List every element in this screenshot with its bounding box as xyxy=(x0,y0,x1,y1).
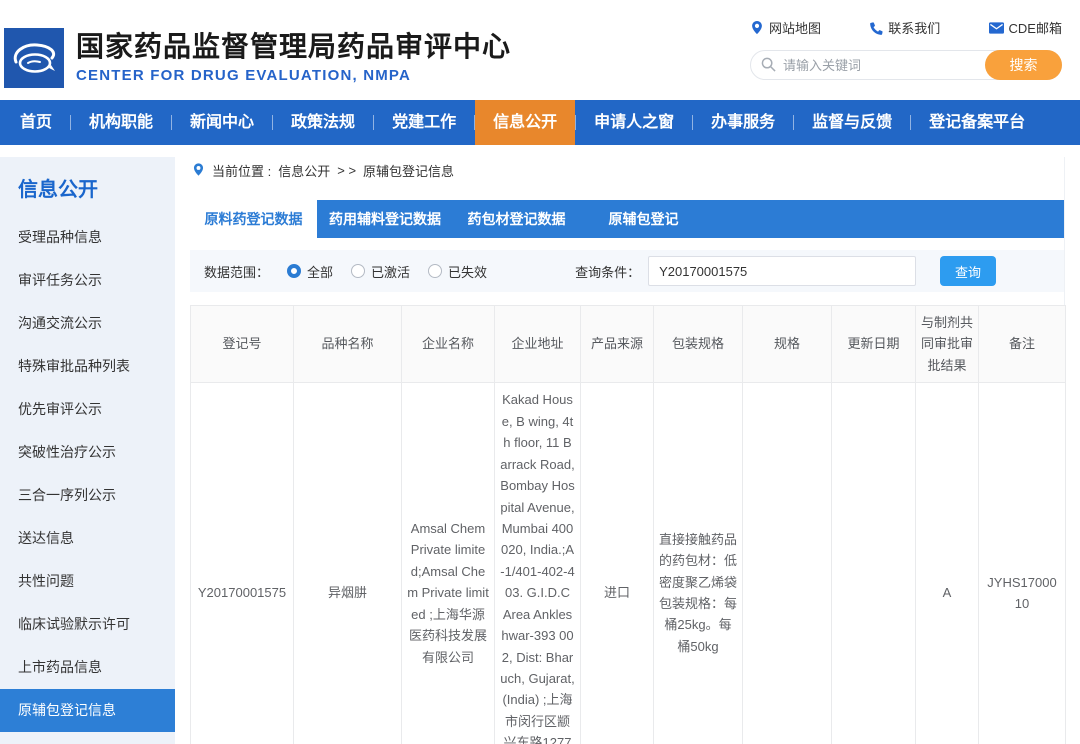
results-table: 登记号 品种名称 企业名称 企业地址 产品来源 包装规格 规格 更新日期 与制剂… xyxy=(190,305,1066,744)
radio-option-all[interactable]: 全部 xyxy=(287,262,333,281)
breadcrumb-separator: > > xyxy=(337,163,356,178)
brand: 国家药品监督管理局药品审评中心 CENTER FOR DRUG EVALUATI… xyxy=(4,28,511,88)
query-button[interactable]: 查询 xyxy=(940,256,996,286)
nav-item-supervision[interactable]: 监督与反馈 xyxy=(794,100,910,145)
radio-option-expired[interactable]: 已失效 xyxy=(428,262,487,281)
nav-item-policy[interactable]: 政策法规 xyxy=(273,100,373,145)
sidebar-item-common-issues[interactable]: 共性问题 xyxy=(0,560,175,603)
radio-option-activated[interactable]: 已激活 xyxy=(351,262,410,281)
col-update-date: 更新日期 xyxy=(832,306,916,383)
nav-item-functions[interactable]: 机构职能 xyxy=(71,100,171,145)
nav-item-registration-platform[interactable]: 登记备案平台 xyxy=(911,100,1043,145)
radio-option-activated-label: 已激活 xyxy=(371,262,410,281)
breadcrumb: 当前位置 : 信息公开 > > 原辅包登记信息 xyxy=(190,157,1064,200)
sidebar: 信息公开 受理品种信息 审评任务公示 沟通交流公示 特殊审批品种列表 优先审评公… xyxy=(0,157,175,744)
table-header-row: 登记号 品种名称 企业名称 企业地址 产品来源 包装规格 规格 更新日期 与制剂… xyxy=(191,306,1066,383)
sidebar-item-accepted-varieties[interactable]: 受理品种信息 xyxy=(0,216,175,259)
breadcrumb-section[interactable]: 信息公开 xyxy=(278,161,330,180)
brand-text: 国家药品监督管理局药品审评中心 CENTER FOR DRUG EVALUATI… xyxy=(76,28,511,84)
content: 当前位置 : 信息公开 > > 原辅包登记信息 原料药登记数据 药用辅料登记数据… xyxy=(190,157,1065,744)
sidebar-item-priority-review[interactable]: 优先审评公示 xyxy=(0,388,175,431)
filter-bar: 数据范围： 全部 已激活 已失效 查询条件： 查询 xyxy=(190,250,1064,292)
sidebar-item-clinical-trial-license[interactable]: 临床试验默示许可 xyxy=(0,603,175,646)
cde-logo-icon[interactable] xyxy=(4,28,64,88)
breadcrumb-current: 原辅包登记信息 xyxy=(363,161,454,180)
breadcrumb-prefix: 当前位置 : xyxy=(212,161,271,180)
sidebar-item-special-approval[interactable]: 特殊审批品种列表 xyxy=(0,345,175,388)
search-button[interactable]: 搜索 xyxy=(985,50,1062,80)
query-label: 查询条件： xyxy=(575,262,640,281)
site-subtitle: CENTER FOR DRUG EVALUATION, NMPA xyxy=(76,67,511,84)
radio-unchecked-icon xyxy=(428,264,442,278)
link-cde-mail-label: CDE邮箱 xyxy=(1009,18,1062,37)
nav-item-info-disclosure[interactable]: 信息公开 xyxy=(475,100,575,145)
sidebar-item-three-in-one[interactable]: 三合一序列公示 xyxy=(0,474,175,517)
cell-remarks: JYHS1700010 xyxy=(979,383,1066,744)
nav-item-applicant-window[interactable]: 申请人之窗 xyxy=(576,100,692,145)
cell-product-source: 进口 xyxy=(581,383,654,744)
query-input[interactable] xyxy=(648,256,916,286)
cell-registration-no: Y20170001575 xyxy=(191,383,294,744)
radio-checked-icon xyxy=(287,264,301,278)
tab-excipient-registration[interactable]: 药用辅料登记数据 xyxy=(317,200,453,238)
cell-company-name: Amsal Chem Private limited;Amsal Chem Pr… xyxy=(402,383,495,744)
page: 国家药品监督管理局药品审评中心 CENTER FOR DRUG EVALUATI… xyxy=(0,0,1080,744)
sidebar-item-review-tasks[interactable]: 审评任务公示 xyxy=(0,259,175,302)
main-nav: 首页 机构职能 新闻中心 政策法规 党建工作 信息公开 申请人之窗 办事服务 监… xyxy=(0,100,1080,145)
radio-option-expired-label: 已失效 xyxy=(448,262,487,281)
cell-joint-review-result: A xyxy=(916,383,979,744)
link-sitemap[interactable]: 网站地图 xyxy=(750,18,821,37)
table-row: Y20170001575 异烟肼 Amsal Chem Private limi… xyxy=(191,383,1066,744)
nav-item-services[interactable]: 办事服务 xyxy=(693,100,793,145)
tab-bar: 原料药登记数据 药用辅料登记数据 药包材登记数据 原辅包登记 xyxy=(190,200,1064,238)
radio-option-all-label: 全部 xyxy=(307,262,333,281)
sidebar-title: 信息公开 xyxy=(0,157,175,216)
cell-packaging-spec: 直接接触药品的药包材：低密度聚乙烯袋包装规格：每桶25kg。每桶50kg xyxy=(654,383,743,744)
link-contact[interactable]: 联系我们 xyxy=(869,18,940,37)
link-contact-label: 联系我们 xyxy=(888,18,940,37)
nav-item-party[interactable]: 党建工作 xyxy=(374,100,474,145)
cell-spec xyxy=(743,383,832,744)
header-right: 网站地图 联系我们 CDE邮箱 xyxy=(750,18,1062,80)
site-title: 国家药品监督管理局药品审评中心 xyxy=(76,30,511,64)
sidebar-item-raw-aux-pack-registration[interactable]: 原辅包登记信息 xyxy=(0,689,175,732)
search-icon xyxy=(761,57,776,77)
nav-item-news[interactable]: 新闻中心 xyxy=(172,100,272,145)
link-cde-mail[interactable]: CDE邮箱 xyxy=(989,18,1062,37)
radio-unchecked-icon xyxy=(351,264,365,278)
cell-variety-name: 异烟肼 xyxy=(294,383,402,744)
tab-raw-aux-pack[interactable]: 原辅包登记 xyxy=(580,200,707,238)
map-pin-icon xyxy=(750,20,764,35)
nav-item-home[interactable]: 首页 xyxy=(2,100,70,145)
sidebar-item-marketed-drugs[interactable]: 上市药品信息 xyxy=(0,646,175,689)
quick-links: 网站地图 联系我们 CDE邮箱 xyxy=(750,18,1062,37)
col-joint-review-result: 与制剂共同审批审批结果 xyxy=(916,306,979,383)
col-company-name: 企业名称 xyxy=(402,306,495,383)
mail-icon xyxy=(989,22,1004,34)
tab-api-registration[interactable]: 原料药登记数据 xyxy=(190,200,317,238)
cell-update-date xyxy=(832,383,916,744)
col-spec: 规格 xyxy=(743,306,832,383)
site-header: 国家药品监督管理局药品审评中心 CENTER FOR DRUG EVALUATI… xyxy=(0,0,1080,100)
col-packaging-spec: 包装规格 xyxy=(654,306,743,383)
col-registration-no: 登记号 xyxy=(191,306,294,383)
cell-company-address: Kakad House, B wing, 4th floor, 11 Barra… xyxy=(495,383,581,744)
breadcrumb-pin-icon xyxy=(192,162,205,180)
col-variety-name: 品种名称 xyxy=(294,306,402,383)
link-sitemap-label: 网站地图 xyxy=(769,18,821,37)
layout: 信息公开 受理品种信息 审评任务公示 沟通交流公示 特殊审批品种列表 优先审评公… xyxy=(0,145,1080,744)
sidebar-item-delivery-info[interactable]: 送达信息 xyxy=(0,517,175,560)
col-company-address: 企业地址 xyxy=(495,306,581,383)
header-search: 搜索 xyxy=(750,50,1062,80)
tab-packaging-registration[interactable]: 药包材登记数据 xyxy=(453,200,580,238)
phone-icon xyxy=(869,21,883,35)
sidebar-item-breakthrough-therapy[interactable]: 突破性治疗公示 xyxy=(0,431,175,474)
scope-label: 数据范围： xyxy=(204,262,269,281)
sidebar-item-communication[interactable]: 沟通交流公示 xyxy=(0,302,175,345)
col-product-source: 产品来源 xyxy=(581,306,654,383)
col-remarks: 备注 xyxy=(979,306,1066,383)
